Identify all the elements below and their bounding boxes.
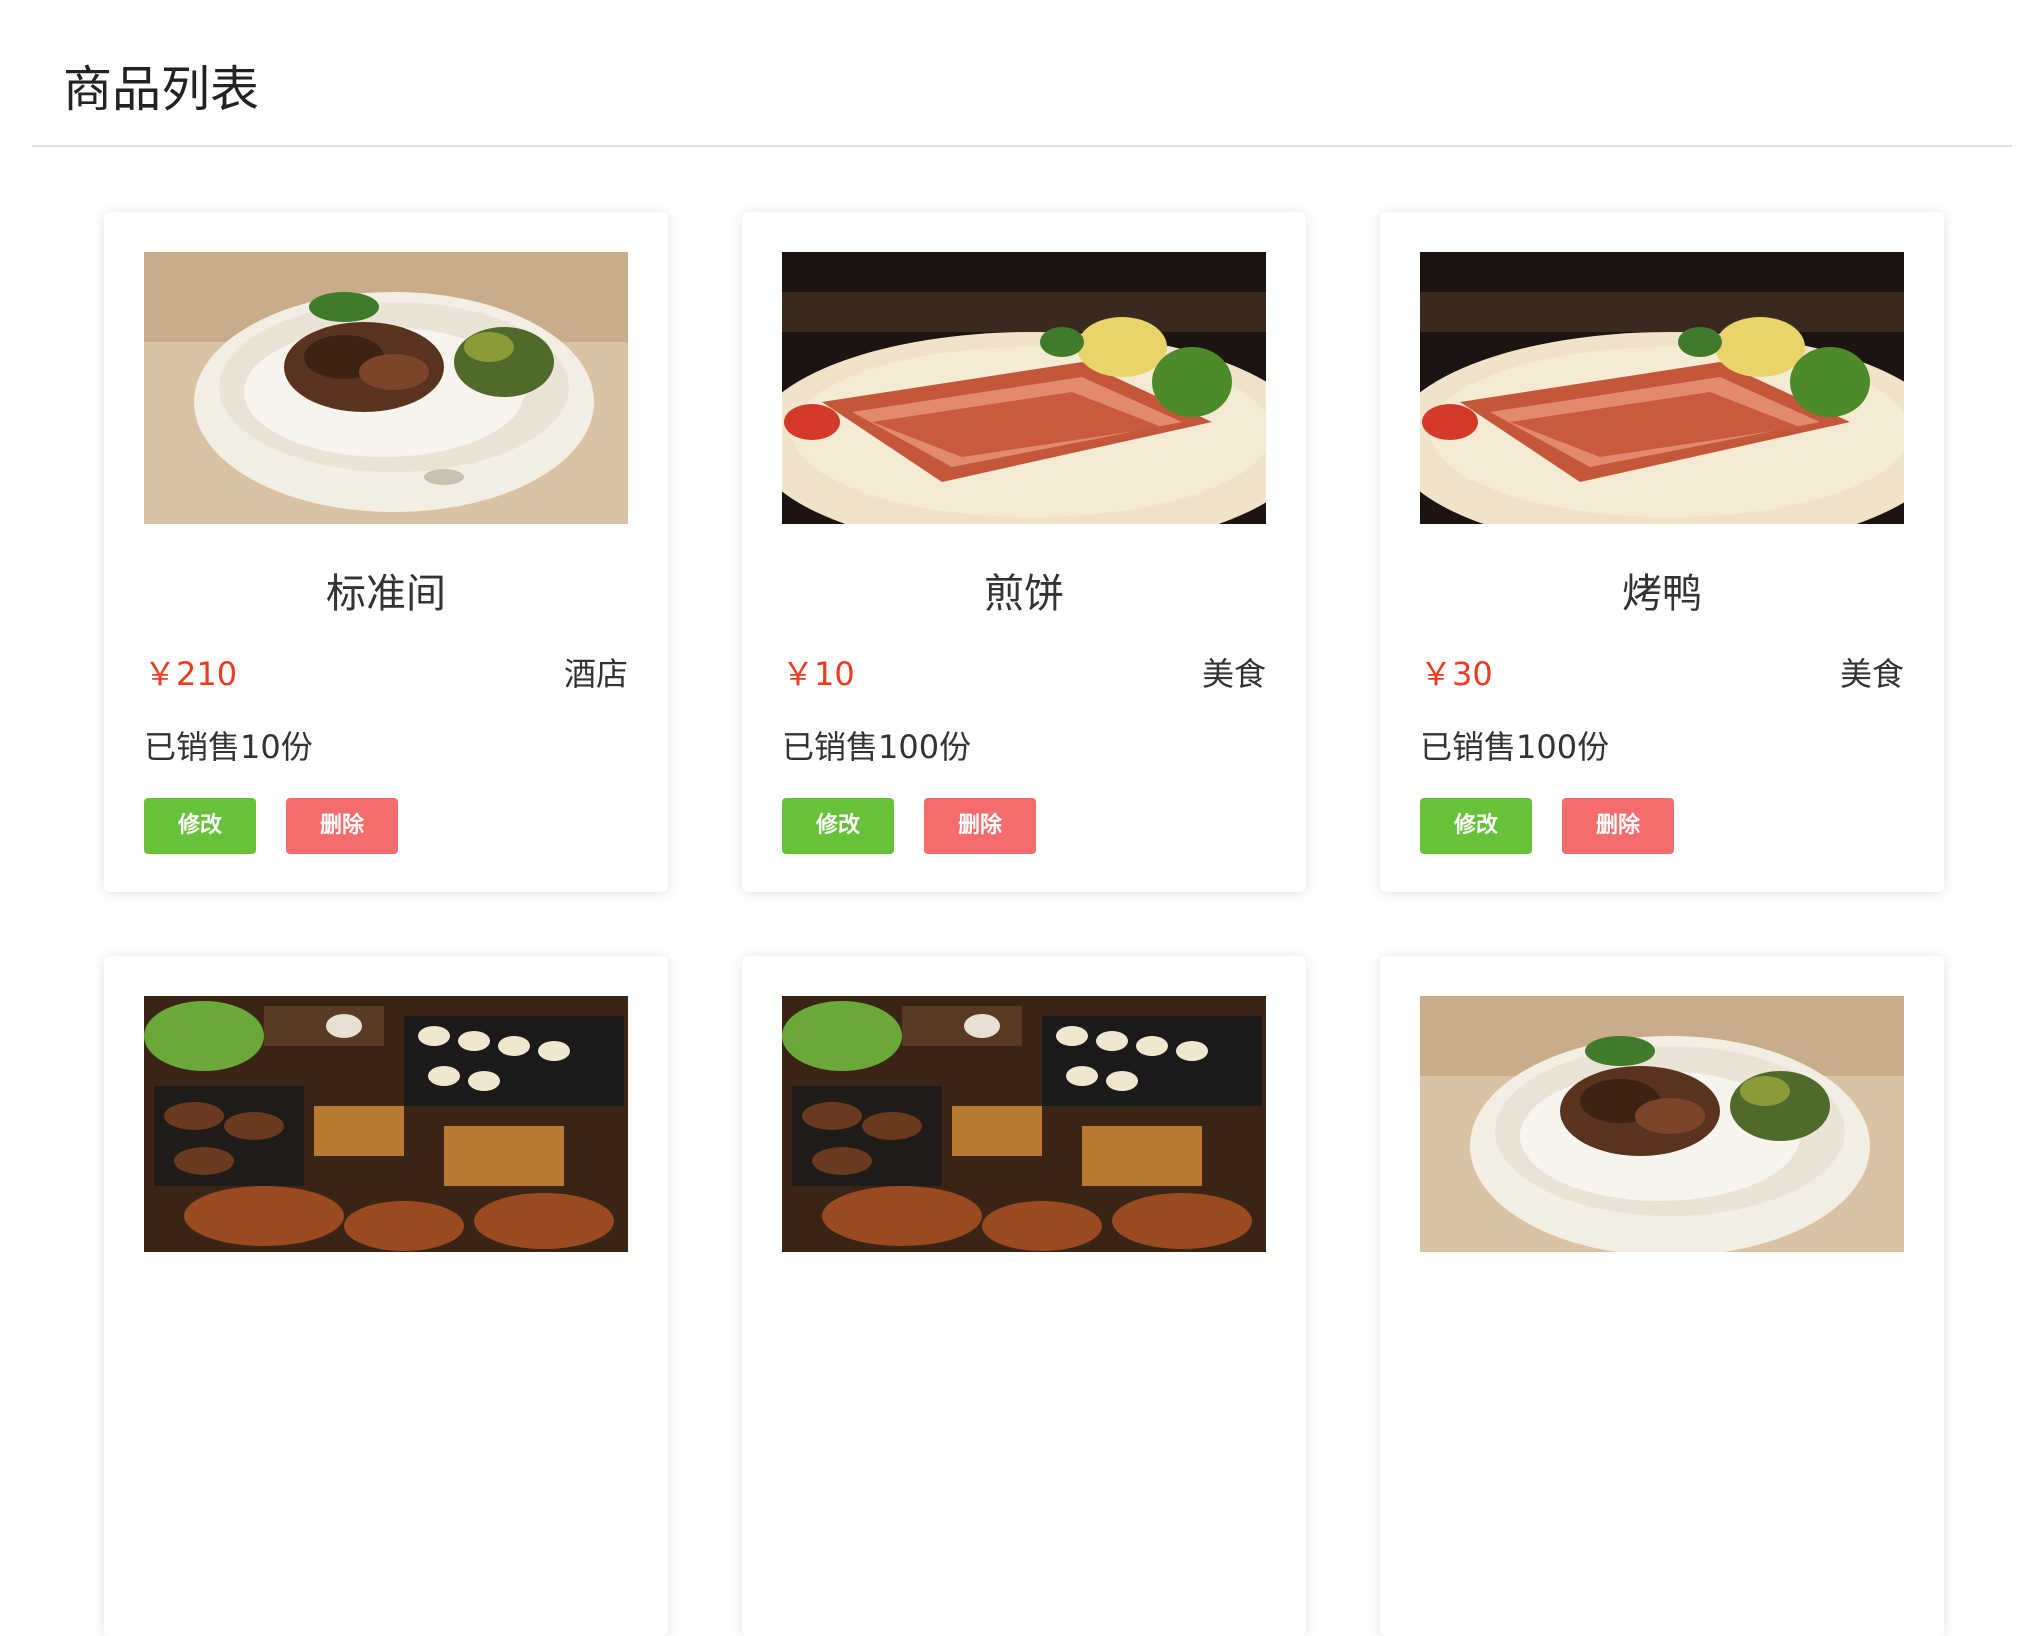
skewers-image [782, 996, 1266, 1252]
rice-bowl-image [1420, 996, 1904, 1252]
edit-button[interactable]: 修改 [1420, 798, 1532, 854]
skewers-image [144, 996, 628, 1252]
product-sold-count: 已销售100份 [782, 728, 972, 766]
product-category: 酒店 [563, 655, 628, 693]
bacon-plate-image [1420, 252, 1904, 524]
edit-button[interactable]: 修改 [782, 798, 894, 854]
product-price: ￥30 [1420, 655, 1493, 693]
product-image [1420, 252, 1904, 524]
product-name: 标准间 [326, 571, 446, 617]
bacon-plate-image [782, 252, 1266, 524]
product-card [1380, 956, 1944, 1636]
product-image [144, 996, 628, 1252]
delete-button[interactable]: 删除 [924, 798, 1036, 854]
delete-button[interactable]: 删除 [286, 798, 398, 854]
product-card [104, 956, 668, 1636]
product-price: ￥10 [782, 655, 855, 693]
product-sold-count: 已销售100份 [1420, 728, 1610, 766]
product-category: 美食 [1839, 655, 1904, 693]
product-card: 标准间 ￥210 酒店 已销售10份 修改 删除 [104, 212, 668, 892]
product-card: 烤鸭 ￥30 美食 已销售100份 修改 删除 [1380, 212, 1944, 892]
product-image [782, 996, 1266, 1252]
edit-button[interactable]: 修改 [144, 798, 256, 854]
product-image [1420, 996, 1904, 1252]
product-name: 煎饼 [984, 571, 1064, 617]
delete-button[interactable]: 删除 [1562, 798, 1674, 854]
product-price: ￥210 [144, 655, 238, 693]
product-card [742, 956, 1306, 1636]
product-name: 烤鸭 [1622, 571, 1702, 617]
product-image [144, 252, 628, 524]
product-sold-count: 已销售10份 [144, 728, 313, 766]
product-grid: 标准间 ￥210 酒店 已销售10份 修改 删除 煎饼 ￥10 美食 已销售10… [0, 0, 2040, 1636]
product-card: 煎饼 ￥10 美食 已销售100份 修改 删除 [742, 212, 1306, 892]
rice-bowl-image [144, 252, 628, 524]
product-image [782, 252, 1266, 524]
product-category: 美食 [1201, 655, 1266, 693]
